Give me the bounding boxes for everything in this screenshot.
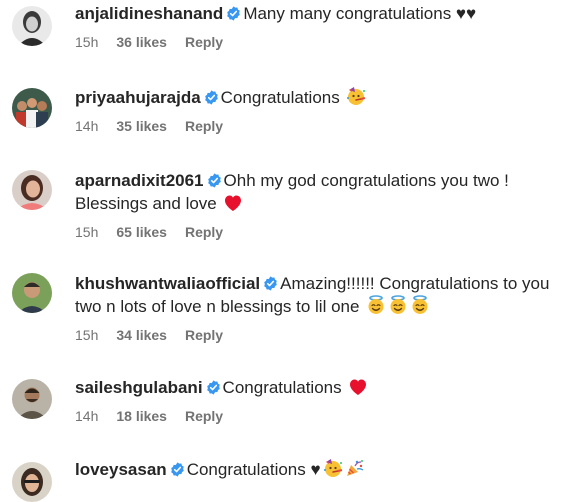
red-heart-icon bbox=[223, 194, 243, 212]
verified-badge-icon bbox=[204, 90, 219, 105]
comment-body: aparnadixit2061 Ohh my god congratulation… bbox=[75, 169, 563, 241]
comment-message: Congratulations bbox=[220, 88, 345, 107]
username-link[interactable]: saileshgulabani bbox=[75, 378, 203, 397]
comment-body: priyaahujarajda Congratulations 14h 35 lik… bbox=[75, 86, 563, 135]
partying-face-icon bbox=[323, 458, 343, 478]
verified-badge-icon bbox=[263, 276, 278, 291]
smiling-face-with-halo-icon bbox=[410, 295, 430, 315]
like-count[interactable]: 36 likes bbox=[116, 34, 167, 50]
red-heart-icon bbox=[348, 378, 368, 396]
comment-timestamp[interactable]: 14h bbox=[75, 118, 98, 134]
verified-badge-icon bbox=[226, 6, 241, 21]
party-popper-icon bbox=[345, 458, 365, 478]
reply-button[interactable]: Reply bbox=[185, 408, 223, 424]
verified-badge-icon bbox=[207, 173, 222, 188]
avatar[interactable] bbox=[12, 88, 52, 128]
comment-timestamp[interactable]: 15h bbox=[75, 34, 98, 50]
verified-badge-icon bbox=[170, 462, 185, 477]
like-count[interactable]: 34 likes bbox=[116, 327, 167, 343]
comment-body: anjalidineshanand Many many congratulatio… bbox=[75, 2, 563, 51]
comment-message: Congratulations ♥ bbox=[186, 460, 321, 479]
username-link[interactable]: khushwantwaliaofficial bbox=[75, 274, 260, 293]
reply-button[interactable]: Reply bbox=[185, 327, 223, 343]
comment-message: Congratulations bbox=[222, 378, 347, 397]
comment-text: priyaahujarajda Congratulations bbox=[75, 86, 563, 109]
comment-timestamp[interactable]: 15h bbox=[75, 224, 98, 240]
verified-badge-icon bbox=[206, 380, 221, 395]
comment-body: khushwantwaliaofficial Amazing!!!!!! Cong… bbox=[75, 272, 563, 344]
avatar[interactable] bbox=[12, 6, 52, 46]
username-link[interactable]: anjalidineshanand bbox=[75, 4, 223, 23]
username-link[interactable]: priyaahujarajda bbox=[75, 88, 201, 107]
reply-button[interactable]: Reply bbox=[185, 34, 223, 50]
like-count[interactable]: 18 likes bbox=[116, 408, 167, 424]
comment-timestamp[interactable]: 15h bbox=[75, 327, 98, 343]
comment-body: loveysasan Congratulations ♥ bbox=[75, 458, 563, 481]
username-link[interactable]: aparnadixit2061 bbox=[75, 171, 204, 190]
comment-meta: 15h 34 likes Reply bbox=[75, 326, 563, 344]
reply-button[interactable]: Reply bbox=[185, 224, 223, 240]
comment-text: khushwantwaliaofficial Amazing!!!!!! Cong… bbox=[75, 272, 563, 318]
comment-meta: 15h 36 likes Reply bbox=[75, 33, 563, 51]
avatar[interactable] bbox=[12, 273, 52, 313]
smiling-face-with-halo-icon bbox=[388, 295, 408, 315]
comment-meta: 14h 35 likes Reply bbox=[75, 117, 563, 135]
avatar[interactable] bbox=[12, 462, 52, 502]
partying-face-icon bbox=[346, 86, 366, 106]
like-count[interactable]: 35 likes bbox=[116, 118, 167, 134]
comment-meta: 15h 65 likes Reply bbox=[75, 223, 563, 241]
like-count[interactable]: 65 likes bbox=[116, 224, 167, 240]
comment-text: loveysasan Congratulations ♥ bbox=[75, 458, 563, 481]
comment-text: saileshgulabani Congratulations bbox=[75, 376, 563, 399]
comment-text: anjalidineshanand Many many congratulatio… bbox=[75, 2, 563, 25]
avatar[interactable] bbox=[12, 170, 52, 210]
avatar[interactable] bbox=[12, 379, 52, 419]
comment-body: saileshgulabani Congratulations 14h 18 lik… bbox=[75, 376, 563, 425]
username-link[interactable]: loveysasan bbox=[75, 460, 167, 479]
comment-text: aparnadixit2061 Ohh my god congratulation… bbox=[75, 169, 563, 215]
reply-button[interactable]: Reply bbox=[185, 118, 223, 134]
smiling-face-with-halo-icon bbox=[366, 295, 386, 315]
comment-message: Many many congratulations ♥♥ bbox=[243, 4, 477, 23]
comment-timestamp[interactable]: 14h bbox=[75, 408, 98, 424]
comment-meta: 14h 18 likes Reply bbox=[75, 407, 563, 425]
